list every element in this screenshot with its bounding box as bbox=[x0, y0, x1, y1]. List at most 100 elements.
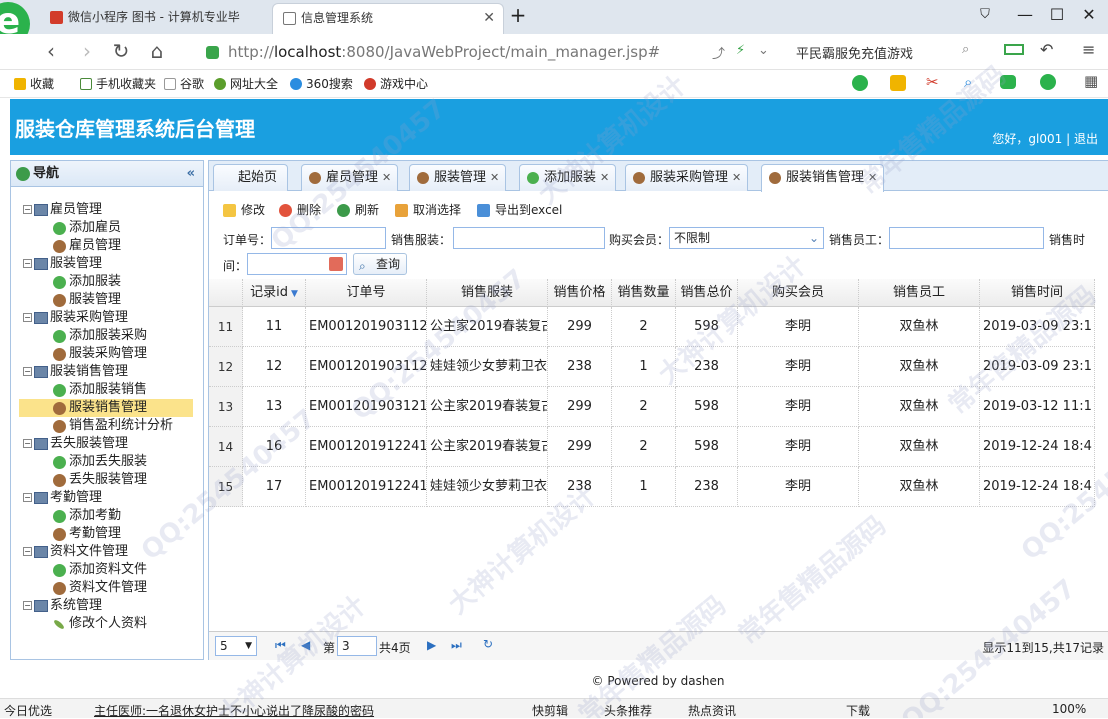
hot-news[interactable]: 热点资讯 bbox=[688, 702, 736, 719]
menu-icon[interactable]: ≡ bbox=[1082, 40, 1095, 59]
column-header[interactable]: 订单号 bbox=[306, 279, 427, 307]
cancel-select-button[interactable]: 取消选择 bbox=[395, 201, 461, 219]
tab-start[interactable]: 起始页 bbox=[213, 164, 289, 191]
sidebar-item[interactable]: 销售盈利统计分析 bbox=[53, 417, 173, 435]
grid-icon[interactable] bbox=[890, 75, 906, 91]
delete-button[interactable]: 删除 bbox=[279, 201, 321, 219]
member-select[interactable]: 不限制 ⌄ bbox=[669, 227, 824, 249]
tree-group[interactable]: − 考勤管理 bbox=[23, 489, 102, 507]
page-number-input[interactable]: 3 bbox=[337, 636, 377, 656]
bookmark-sites[interactable]: 网址大全 bbox=[214, 76, 278, 92]
last-page-icon[interactable]: ⏭ bbox=[451, 638, 462, 653]
tree-group[interactable]: − 系统管理 bbox=[23, 597, 102, 615]
calendar-icon[interactable] bbox=[329, 257, 343, 271]
minimize-icon[interactable]: — bbox=[1012, 4, 1038, 28]
column-header[interactable]: 销售服装 bbox=[427, 279, 548, 307]
back-icon[interactable]: ‹ bbox=[38, 40, 64, 64]
close-window-icon[interactable]: ✕ bbox=[1076, 4, 1102, 28]
tree-group[interactable]: − 雇员管理 bbox=[23, 201, 102, 219]
news-link[interactable]: 主任医师:一名退休女护士不小心说出了降尿酸的密码 bbox=[94, 702, 374, 719]
table-row[interactable]: 14 16 EM001201912241 公主家2019春装复古 299 2 598 李明 双鱼… bbox=[209, 427, 1095, 467]
chat-icon[interactable] bbox=[852, 75, 868, 91]
column-header[interactable]: 销售数量 bbox=[612, 279, 676, 307]
gamepad-icon[interactable] bbox=[1000, 75, 1016, 89]
tree-group[interactable]: − 丢失服装管理 bbox=[23, 435, 128, 453]
table-row[interactable]: 11 11 EM001201903112 公主家2019春装复古 299 2 598 李明 双鱼… bbox=[209, 307, 1095, 347]
bookmark-mobile[interactable]: 手机收藏夹 bbox=[80, 76, 156, 92]
sidebar-item[interactable]: 丢失服装管理 bbox=[53, 471, 147, 489]
search-icon[interactable]: ⌕ bbox=[964, 73, 972, 91]
tree-group[interactable]: − 服装管理 bbox=[23, 255, 102, 273]
prev-page-icon[interactable]: ◀ bbox=[301, 638, 310, 652]
staff-input[interactable] bbox=[889, 227, 1044, 249]
next-page-icon[interactable]: ▶ bbox=[427, 638, 436, 652]
browser-tab-1[interactable]: 微信小程序 图书 - 计算机专业毕 bbox=[40, 3, 270, 34]
tab-item[interactable]: 雇员管理 ✕ bbox=[301, 164, 399, 191]
sidebar-item[interactable]: 添加丢失服装 bbox=[53, 453, 147, 471]
home-icon[interactable]: ⌂ bbox=[144, 40, 170, 64]
table-row[interactable]: 15 17 EM001201912241 娃娃领少女萝莉卫衣 238 1 238 李明 双鱼林 2… bbox=[209, 467, 1095, 507]
caret-down-icon[interactable]: ▼ bbox=[245, 637, 252, 655]
zoom-level[interactable]: 100% bbox=[1052, 702, 1086, 716]
search-icon[interactable]: ⌕ bbox=[962, 42, 969, 57]
reload-icon[interactable]: ↻ bbox=[483, 637, 493, 651]
collapse-toggle-icon[interactable]: − bbox=[23, 547, 32, 556]
sidebar-item[interactable]: 修改个人资料 bbox=[52, 615, 147, 633]
browser-tab-2[interactable]: 信息管理系统 ✕ bbox=[272, 3, 504, 34]
collapse-toggle-icon[interactable]: − bbox=[23, 259, 32, 268]
headline[interactable]: 头条推荐 bbox=[604, 702, 652, 719]
close-tab-icon[interactable]: ✕ bbox=[382, 171, 391, 184]
chevron-down-icon[interactable]: ⌄ bbox=[758, 43, 769, 58]
collapse-icon[interactable]: « bbox=[187, 161, 195, 187]
time-input[interactable] bbox=[247, 253, 347, 275]
logout-link[interactable]: 退出 bbox=[1074, 132, 1098, 146]
quick-edit[interactable]: 快剪辑 bbox=[532, 702, 568, 719]
tree-group[interactable]: − 资料文件管理 bbox=[23, 543, 128, 561]
page-size-select[interactable]: 5 ▼ bbox=[215, 636, 257, 656]
chevron-down-icon[interactable]: ⌄ bbox=[809, 228, 819, 248]
edit-button[interactable]: 修改 bbox=[223, 201, 265, 219]
undo-icon[interactable]: ↶ bbox=[1040, 40, 1053, 59]
bookmark-google[interactable]: 谷歌 bbox=[164, 76, 204, 92]
apps-icon[interactable]: ▦ bbox=[1084, 72, 1098, 90]
sidebar-item[interactable]: 服装销售管理 bbox=[19, 399, 193, 417]
collapse-toggle-icon[interactable]: − bbox=[23, 439, 32, 448]
download[interactable]: 下载 bbox=[846, 702, 870, 719]
close-tab-icon[interactable]: ✕ bbox=[490, 171, 499, 184]
tree-group[interactable]: − 服装销售管理 bbox=[23, 363, 128, 381]
battery-icon[interactable] bbox=[1004, 44, 1024, 55]
sidebar-item[interactable]: 资料文件管理 bbox=[53, 579, 147, 597]
sort-desc-icon[interactable]: ▼ bbox=[291, 289, 298, 299]
forward-icon[interactable]: › bbox=[74, 40, 100, 64]
sidebar-item[interactable]: 添加服装销售 bbox=[53, 381, 147, 399]
bookmark-360[interactable]: 360搜索 bbox=[290, 76, 353, 92]
status-left[interactable]: 今日优选 bbox=[4, 702, 52, 719]
sidebar-item[interactable]: 服装采购管理 bbox=[53, 345, 147, 363]
tab-item[interactable]: 服装销售管理 ✕ bbox=[761, 164, 885, 192]
sidebar-item[interactable]: 添加考勤 bbox=[53, 507, 121, 525]
close-tab-icon[interactable]: ✕ bbox=[732, 171, 741, 184]
new-tab-button[interactable]: + bbox=[505, 4, 531, 28]
column-header[interactable]: 销售时间 bbox=[980, 279, 1095, 307]
sidebar-item[interactable]: 服装管理 bbox=[53, 291, 121, 309]
column-header[interactable]: 记录id ▼ bbox=[243, 279, 306, 307]
close-tab-icon[interactable]: ✕ bbox=[600, 171, 609, 184]
collapse-toggle-icon[interactable]: − bbox=[23, 367, 32, 376]
sidebar-item[interactable]: 添加雇员 bbox=[53, 219, 121, 237]
tab-item[interactable]: 添加服装 ✕ bbox=[519, 164, 617, 191]
refresh-button[interactable]: 刷新 bbox=[337, 201, 379, 219]
export-button[interactable]: 导出到excel bbox=[477, 201, 562, 219]
sidebar-item[interactable]: 添加服装 bbox=[53, 273, 121, 291]
search-suggestion[interactable]: 平民霸服免充值游戏 bbox=[796, 43, 913, 62]
scissors-icon[interactable]: ✂ bbox=[926, 73, 939, 91]
column-header[interactable]: 销售价格 bbox=[548, 279, 612, 307]
column-header[interactable]: 销售总价 bbox=[676, 279, 738, 307]
bookmark-games[interactable]: 游戏中心 bbox=[364, 76, 428, 92]
order-input[interactable] bbox=[271, 227, 386, 249]
table-row[interactable]: 13 13 EM001201903121 公主家2019春装复古 299 2 598 李明 双鱼… bbox=[209, 387, 1095, 427]
reload-icon[interactable]: ↻ bbox=[108, 40, 134, 64]
url-field[interactable]: http://localhost:8080/JavaWebProject/mai… bbox=[200, 41, 705, 63]
collapse-toggle-icon[interactable]: − bbox=[23, 205, 32, 214]
sidebar-item[interactable]: 添加服装采购 bbox=[53, 327, 147, 345]
tab-item[interactable]: 服装管理 ✕ bbox=[409, 164, 507, 191]
